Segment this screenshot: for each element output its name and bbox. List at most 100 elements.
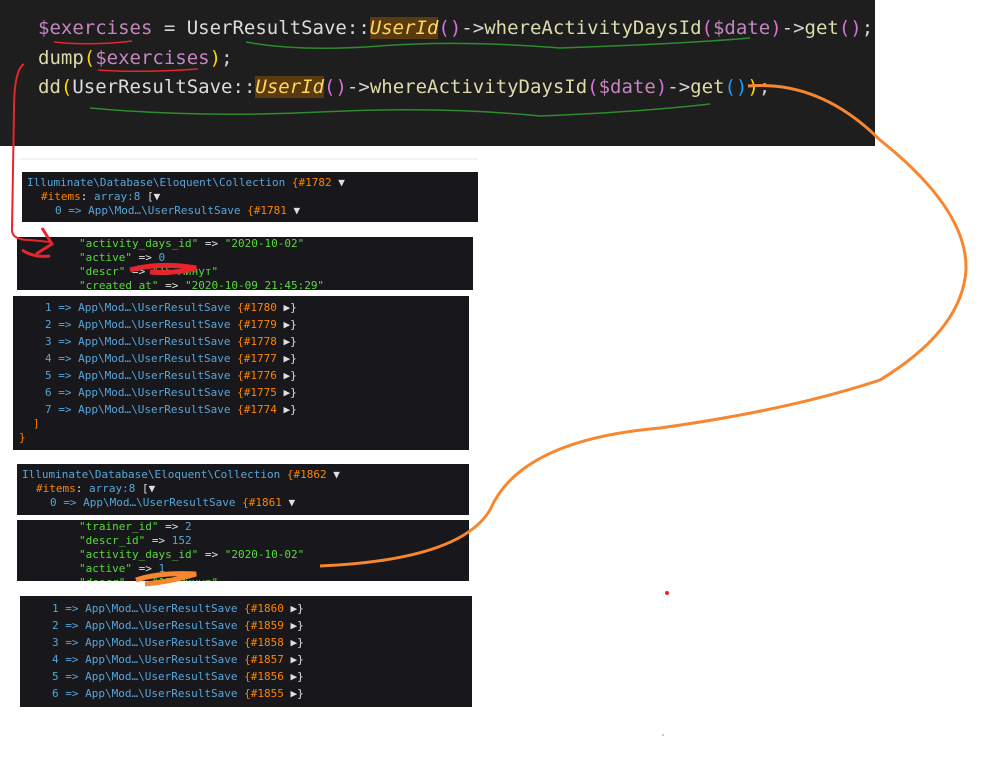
item-id: {#1859: [244, 619, 284, 632]
expand-arrow-icon[interactable]: ▶}: [283, 403, 296, 416]
item-id: {#1778: [237, 335, 277, 348]
item-index: 0 =>: [50, 496, 77, 509]
list-item[interactable]: 7 => App\Mod…\UserResultSave {#1774 ▶}: [45, 403, 297, 417]
item-class[interactable]: App\Mod…\UserResultSave: [78, 335, 230, 348]
expand-arrow-icon[interactable]: ▶}: [283, 335, 296, 348]
token-paren: ): [209, 47, 222, 69]
item-class[interactable]: App\Mod…\UserResultSave: [78, 403, 230, 416]
list-item[interactable]: 4 => App\Mod…\UserResultSave {#1857 ▶}: [52, 653, 304, 667]
item-toggle-icon[interactable]: ▼: [293, 204, 300, 217]
item-index: 2 =>: [45, 318, 72, 331]
list-item[interactable]: 2 => App\Mod…\UserResultSave {#1779 ▶}: [45, 318, 297, 332]
dump-1-attributes: "activity_days_id" => "2020-10-02" "activ…: [17, 237, 473, 290]
attribute-value: "2020-10-02": [224, 237, 305, 250]
item-class[interactable]: App\Mod…\UserResultSave: [78, 386, 230, 399]
list-item[interactable]: 6 => App\Mod…\UserResultSave {#1775 ▶}: [45, 386, 297, 400]
item-class[interactable]: App\Mod…\UserResultSave: [83, 496, 235, 509]
dump-2-header: Illuminate\Database\Eloquent\Collection …: [17, 464, 469, 515]
collection-class: Illuminate\Database\Eloquent\Collection: [27, 176, 286, 189]
token-assign: =: [152, 17, 187, 39]
item-id: {#1777: [237, 352, 277, 365]
toggle-icon[interactable]: ▼: [333, 468, 340, 481]
expand-arrow-icon[interactable]: ▶}: [290, 602, 303, 615]
expand-arrow-icon[interactable]: ▶}: [283, 352, 296, 365]
item-toggle-icon[interactable]: ▼: [288, 496, 295, 509]
token-semicolon: ;: [758, 76, 771, 98]
attribute-row: "active" => 1: [79, 562, 166, 575]
dump-1-header: Illuminate\Database\Eloquent\Collection …: [22, 172, 478, 222]
token-paren: (): [438, 17, 462, 39]
attribute-key: "activity_days_id": [79, 237, 199, 250]
item-index: 0 =>: [55, 204, 82, 217]
token-paren: ): [770, 17, 782, 39]
attribute-value: "2020-10-09 21:45:29": [184, 279, 325, 290]
code-line-3: dd(UserResultSave::UserId()->whereActivi…: [38, 75, 770, 99]
items-toggle-icon[interactable]: [▼: [142, 482, 155, 495]
code-editor[interactable]: $exercises = UserResultSave::UserId()->w…: [0, 0, 875, 146]
item-index: 7 =>: [45, 403, 72, 416]
list-item[interactable]: 5 => App\Mod…\UserResultSave {#1856 ▶}: [52, 670, 304, 684]
item-index: 1 =>: [52, 602, 79, 615]
list-item[interactable]: 3 => App\Mod…\UserResultSave {#1858 ▶}: [52, 636, 304, 650]
item-index: 5 =>: [52, 670, 79, 683]
item-index: 6 =>: [52, 687, 79, 700]
expand-arrow-icon[interactable]: ▶}: [290, 619, 303, 632]
list-item[interactable]: 2 => App\Mod…\UserResultSave {#1859 ▶}: [52, 619, 304, 633]
attribute-row: "descr_id" => 152: [79, 534, 192, 547]
item-class[interactable]: App\Mod…\UserResultSave: [78, 318, 230, 331]
expand-arrow-icon[interactable]: ▶}: [283, 369, 296, 382]
token-class: UserResultSave: [72, 76, 233, 98]
close-bracket: ]: [33, 417, 40, 430]
item-class[interactable]: App\Mod…\UserResultSave: [85, 687, 237, 700]
expand-arrow-icon[interactable]: ▶}: [290, 670, 303, 683]
items-toggle-icon[interactable]: [▼: [147, 190, 160, 203]
attribute-value: 152: [171, 534, 192, 547]
item-class[interactable]: App\Mod…\UserResultSave: [85, 602, 237, 615]
list-item[interactable]: 4 => App\Mod…\UserResultSave {#1777 ▶}: [45, 352, 297, 366]
item-class[interactable]: App\Mod…\UserResultSave: [78, 301, 230, 314]
token-paren: (): [324, 76, 347, 98]
attribute-value: 2: [184, 520, 192, 533]
expand-arrow-icon[interactable]: ▶}: [290, 653, 303, 666]
list-item[interactable]: 1 => App\Mod…\UserResultSave {#1780 ▶}: [45, 301, 297, 315]
attribute-value: 1: [158, 562, 166, 575]
item-class[interactable]: App\Mod…\UserResultSave: [78, 352, 230, 365]
token-paren: (: [60, 76, 73, 98]
attribute-row: "trainer_id" => 2: [79, 520, 192, 533]
expand-arrow-icon[interactable]: ▶}: [283, 301, 296, 314]
attribute-key: "created_at": [79, 279, 159, 290]
expand-arrow-icon[interactable]: ▶}: [283, 318, 296, 331]
attribute-row: "descr" => "15 минут": [79, 265, 219, 278]
item-id: {#1776: [237, 369, 277, 382]
toggle-icon[interactable]: ▼: [338, 176, 345, 189]
token-paren: ): [747, 76, 759, 98]
list-item[interactable]: 3 => App\Mod…\UserResultSave {#1778 ▶}: [45, 335, 297, 349]
expand-arrow-icon[interactable]: ▶}: [290, 687, 303, 700]
token-function: whereActivityDaysId: [484, 17, 702, 39]
item-class[interactable]: App\Mod…\UserResultSave: [85, 653, 237, 666]
token-function: dd: [38, 76, 61, 98]
gray-dot: [662, 734, 664, 736]
token-semicolon: ;: [221, 47, 233, 69]
attribute-row: "created_at" => "2020-10-09 21:45:29": [79, 279, 325, 290]
item-index: 3 =>: [45, 335, 72, 348]
expand-arrow-icon[interactable]: ▶}: [283, 386, 296, 399]
item-class[interactable]: App\Mod…\UserResultSave: [85, 636, 237, 649]
expand-arrow-icon[interactable]: ▶}: [290, 636, 303, 649]
item-class[interactable]: App\Mod…\UserResultSave: [88, 204, 240, 217]
item-class[interactable]: App\Mod…\UserResultSave: [85, 670, 237, 683]
token-scope: ::: [232, 76, 256, 98]
list-item[interactable]: 5 => App\Mod…\UserResultSave {#1776 ▶}: [45, 369, 297, 383]
token-paren: (): [724, 76, 748, 98]
item-class[interactable]: App\Mod…\UserResultSave: [85, 619, 237, 632]
item-class[interactable]: App\Mod…\UserResultSave: [78, 369, 230, 382]
list-item[interactable]: 6 => App\Mod…\UserResultSave {#1855 ▶}: [52, 687, 304, 701]
list-item[interactable]: 1 => App\Mod…\UserResultSave {#1860 ▶}: [52, 602, 304, 616]
token-argument: $date: [598, 76, 656, 98]
attribute-key: "trainer_id": [79, 520, 159, 533]
attribute-key: "active": [79, 562, 132, 575]
item-id: {#1860: [244, 602, 284, 615]
token-argument: $date: [712, 17, 771, 39]
items-key: #items: [41, 190, 81, 203]
token-arrow: ->: [781, 17, 805, 39]
